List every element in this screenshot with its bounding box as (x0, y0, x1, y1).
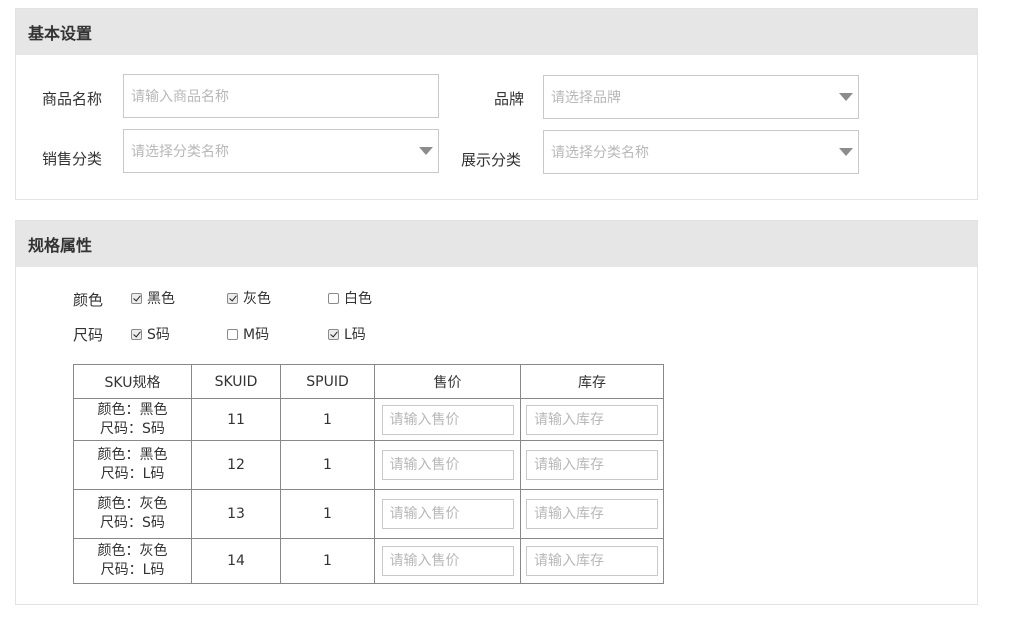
table-row: 颜色：灰色 尺码：S码 13 1 请输入售价 请输入库存 (73, 489, 664, 539)
sku-spec-size: 尺码：S码 (100, 515, 165, 531)
brand-select-placeholder: 请选择品牌 (551, 90, 621, 106)
chevron-down-icon (839, 93, 853, 101)
sku-spec-cell: 颜色：灰色 尺码：S码 (73, 489, 192, 539)
price-cell: 请输入售价 (374, 538, 521, 584)
display-category-label: 展示分类 (461, 151, 522, 169)
table-row: 颜色：灰色 尺码：L码 14 1 请输入售价 请输入库存 (73, 538, 664, 584)
sales-category-select[interactable]: 请选择分类名称 (123, 129, 439, 173)
skuid-cell: 11 (191, 398, 281, 441)
price-cell: 请输入售价 (374, 398, 521, 441)
color-option-black-label: 黑色 (147, 291, 175, 307)
sales-category-label: 销售分类 (42, 150, 103, 168)
color-option-gray[interactable]: 灰色 (227, 288, 271, 308)
spuid-cell: 1 (280, 538, 375, 584)
price-cell: 请输入售价 (374, 440, 521, 490)
product-name-input[interactable]: 请输入商品名称 (123, 74, 439, 118)
price-input[interactable]: 请输入售价 (381, 404, 514, 435)
skuid-cell: 14 (191, 538, 281, 584)
color-option-black[interactable]: 黑色 (131, 288, 175, 308)
stock-cell: 请输入库存 (520, 440, 664, 490)
stock-input[interactable]: 请输入库存 (526, 404, 658, 435)
color-option-white-label: 白色 (344, 291, 372, 307)
size-label: 尺码 (73, 326, 104, 344)
skuid-cell: 13 (191, 489, 281, 539)
skuid-cell: 12 (191, 440, 281, 490)
sku-spec-color: 颜色：灰色 (97, 496, 168, 512)
sku-spec-size: 尺码：L码 (100, 562, 165, 578)
spec-attributes-title: 规格属性 (16, 221, 977, 267)
price-input[interactable]: 请输入售价 (381, 450, 514, 480)
color-option-gray-label: 灰色 (243, 291, 271, 307)
header-sku-spec: SKU规格 (73, 364, 192, 399)
header-price: 售价 (374, 364, 521, 399)
display-category-placeholder: 请选择分类名称 (551, 145, 649, 161)
size-option-l[interactable]: L码 (328, 324, 366, 344)
spuid-cell: 1 (280, 489, 375, 539)
chevron-down-icon (419, 147, 433, 155)
basic-settings-title: 基本设置 (16, 9, 977, 55)
header-stock: 库存 (520, 364, 664, 399)
sku-spec-cell: 颜色：黑色 尺码：L码 (73, 440, 192, 490)
checkbox-icon[interactable] (328, 292, 339, 304)
size-option-s[interactable]: S码 (131, 324, 170, 344)
price-input[interactable]: 请输入售价 (381, 499, 514, 529)
brand-select[interactable]: 请选择品牌 (543, 75, 859, 119)
sku-table: SKU规格 SKUID SPUID 售价 库存 颜色：黑色 尺码：S码 11 1… (73, 364, 664, 584)
header-spuid: SPUID (280, 364, 375, 399)
color-label: 颜色 (73, 291, 104, 309)
stock-input[interactable]: 请输入库存 (526, 450, 658, 480)
spuid-cell: 1 (280, 440, 375, 490)
color-option-white[interactable]: 白色 (328, 288, 372, 308)
sku-table-header-row: SKU规格 SKUID SPUID 售价 库存 (73, 364, 664, 399)
display-category-select[interactable]: 请选择分类名称 (543, 130, 859, 174)
stock-cell: 请输入库存 (520, 538, 664, 584)
sku-spec-color: 颜色：黑色 (97, 401, 168, 418)
product-name-label: 商品名称 (42, 90, 103, 108)
checkbox-icon[interactable] (131, 292, 142, 304)
sku-spec-color: 颜色：灰色 (97, 543, 168, 559)
checkbox-icon[interactable] (227, 328, 238, 340)
size-option-l-label: L码 (344, 327, 366, 343)
spuid-cell: 1 (280, 398, 375, 441)
size-option-m-label: M码 (243, 327, 270, 343)
price-input[interactable]: 请输入售价 (381, 546, 514, 576)
sku-spec-size: 尺码：L码 (100, 466, 165, 482)
stock-cell: 请输入库存 (520, 398, 664, 441)
price-cell: 请输入售价 (374, 489, 521, 539)
size-option-m[interactable]: M码 (227, 324, 269, 344)
sku-spec-size: 尺码：S码 (100, 420, 165, 437)
sku-spec-color: 颜色：黑色 (97, 447, 168, 463)
table-row: 颜色：黑色 尺码：L码 12 1 请输入售价 请输入库存 (73, 440, 664, 490)
checkbox-icon[interactable] (131, 328, 142, 340)
checkbox-icon[interactable] (328, 328, 339, 340)
stock-input[interactable]: 请输入库存 (526, 546, 658, 576)
header-skuid: SKUID (191, 364, 281, 399)
brand-label: 品牌 (494, 90, 525, 108)
chevron-down-icon (839, 148, 853, 156)
sku-spec-cell: 颜色：黑色 尺码：S码 (73, 398, 192, 441)
size-option-s-label: S码 (147, 327, 170, 343)
checkbox-icon[interactable] (227, 292, 238, 304)
stock-cell: 请输入库存 (520, 489, 664, 539)
sku-spec-cell: 颜色：灰色 尺码：L码 (73, 538, 192, 584)
table-row: 颜色：黑色 尺码：S码 11 1 请输入售价 请输入库存 (73, 398, 664, 441)
sales-category-placeholder: 请选择分类名称 (131, 144, 229, 160)
stock-input[interactable]: 请输入库存 (526, 499, 658, 529)
